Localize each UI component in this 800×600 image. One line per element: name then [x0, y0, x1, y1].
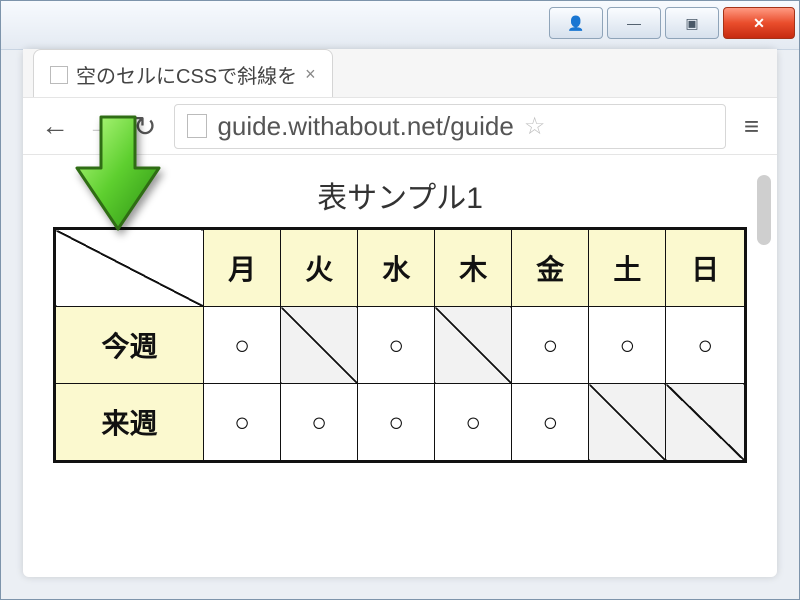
table-caption: 表サンプル1: [53, 173, 747, 217]
day-header: 土: [589, 229, 666, 307]
sample-table: 月火水木金土日 今週○○○○○来週○○○○○: [53, 227, 747, 463]
mark-cell: ○: [589, 307, 666, 384]
browser-tab[interactable]: 空のセルにCSSで斜線を ×: [33, 49, 333, 97]
back-button[interactable]: ←: [41, 110, 69, 142]
mark-cell: ○: [512, 384, 589, 462]
day-header: 火: [281, 229, 358, 307]
mark-cell: ○: [281, 384, 358, 462]
page-icon: [187, 114, 207, 138]
address-bar[interactable]: guide.withabout.net/guide ☆: [174, 104, 725, 149]
mark-cell: ○: [358, 384, 435, 462]
mark-cell: ○: [512, 307, 589, 384]
tab-title: 空のセルにCSSで斜線を: [76, 60, 297, 89]
page-content: 表サンプル1 月火水木金土日 今週○○○○○来週○○○○○: [23, 155, 777, 577]
day-header: 月: [204, 229, 281, 307]
forward-button[interactable]: →: [87, 110, 115, 142]
browser-shell: 空のセルにCSSで斜線を × ← → ↻ guide.withabout.net…: [23, 49, 777, 577]
empty-diagonal-cell: [281, 307, 358, 384]
table-body: 今週○○○○○来週○○○○○: [55, 307, 746, 462]
browser-toolbar: ← → ↻ guide.withabout.net/guide ☆ ≡: [23, 97, 777, 155]
window-minimize-button[interactable]: —: [607, 7, 661, 39]
bookmark-star-icon[interactable]: ☆: [524, 112, 546, 141]
tab-close-button[interactable]: ×: [305, 64, 316, 85]
table-row: 来週○○○○○: [55, 384, 746, 462]
window-user-button[interactable]: 👤: [549, 7, 603, 39]
reload-button[interactable]: ↻: [133, 110, 156, 143]
window-maximize-button[interactable]: ▣: [665, 7, 719, 39]
day-header: 木: [435, 229, 512, 307]
favicon-icon: [50, 66, 68, 84]
mark-cell: ○: [204, 307, 281, 384]
url-text: guide.withabout.net/guide: [217, 111, 513, 142]
mark-cell: ○: [435, 384, 512, 462]
tab-strip: 空のセルにCSSで斜線を ×: [23, 49, 777, 97]
day-header: 日: [666, 229, 746, 307]
table-head: 月火水木金土日: [55, 229, 746, 307]
row-label: 来週: [55, 384, 204, 462]
day-header: 金: [512, 229, 589, 307]
hamburger-menu-icon[interactable]: ≡: [744, 111, 759, 142]
os-window: 👤 — ▣ ✕ 空のセルにCSSで斜線を × ← → ↻ guide.witha…: [0, 0, 800, 600]
corner-header: [55, 229, 204, 307]
empty-diagonal-cell: [589, 384, 666, 462]
mark-cell: ○: [204, 384, 281, 462]
row-label: 今週: [55, 307, 204, 384]
mark-cell: ○: [358, 307, 435, 384]
empty-diagonal-cell: [666, 384, 746, 462]
mark-cell: ○: [666, 307, 746, 384]
window-close-button[interactable]: ✕: [723, 7, 795, 39]
day-header: 水: [358, 229, 435, 307]
page-viewport[interactable]: 表サンプル1 月火水木金土日 今週○○○○○来週○○○○○: [23, 155, 777, 577]
empty-diagonal-cell: [435, 307, 512, 384]
table-row: 今週○○○○○: [55, 307, 746, 384]
window-titlebar: 👤 — ▣ ✕: [1, 1, 799, 50]
